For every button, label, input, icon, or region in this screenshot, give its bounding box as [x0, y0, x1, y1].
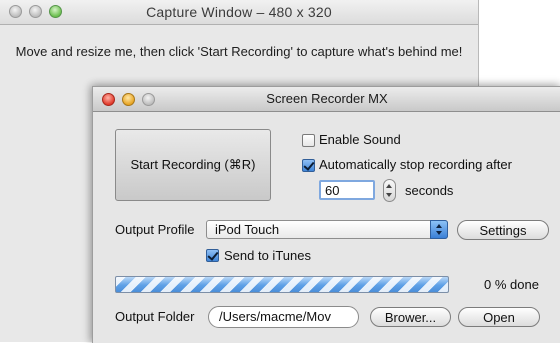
auto-stop-checkbox[interactable]: [302, 159, 315, 172]
enable-sound-label[interactable]: Enable Sound: [319, 132, 401, 147]
send-to-itunes-label[interactable]: Send to iTunes: [224, 248, 311, 263]
open-button[interactable]: Open: [458, 307, 540, 327]
output-profile-value: iPod Touch: [215, 222, 280, 237]
capture-window-title: Capture Window – 480 x 320: [146, 4, 332, 20]
stepper-down-icon[interactable]: [386, 193, 392, 197]
capture-instructions: Move and resize me, then click 'Start Re…: [15, 44, 463, 59]
send-to-itunes-checkbox[interactable]: [206, 249, 219, 262]
auto-stop-label[interactable]: Automatically stop recording after: [319, 157, 512, 172]
capture-window-titlebar[interactable]: Capture Window – 480 x 320: [0, 0, 478, 25]
seconds-label: seconds: [405, 183, 454, 198]
screen-recorder-window[interactable]: Screen Recorder MX Start Recording (⌘R) …: [92, 86, 560, 343]
popup-arrows-icon[interactable]: [430, 220, 448, 239]
recorder-title: Screen Recorder MX: [266, 91, 388, 106]
output-folder-path[interactable]: /Users/macme/Mov: [208, 306, 359, 328]
seconds-stepper[interactable]: [383, 179, 396, 202]
settings-button[interactable]: Settings: [457, 220, 549, 240]
recording-progress-bar: [115, 276, 449, 293]
output-profile-select[interactable]: iPod Touch: [206, 220, 448, 239]
output-profile-label: Output Profile: [115, 222, 195, 237]
enable-sound-checkbox[interactable]: [302, 134, 315, 147]
progress-status: 0 % done: [484, 277, 539, 292]
recorder-titlebar[interactable]: Screen Recorder MX: [93, 87, 560, 112]
browse-button[interactable]: Brower...: [370, 307, 451, 327]
stepper-up-icon[interactable]: [386, 184, 392, 188]
seconds-input[interactable]: 60: [319, 180, 375, 200]
output-folder-label: Output Folder: [115, 309, 195, 324]
start-recording-button[interactable]: Start Recording (⌘R): [115, 129, 271, 201]
